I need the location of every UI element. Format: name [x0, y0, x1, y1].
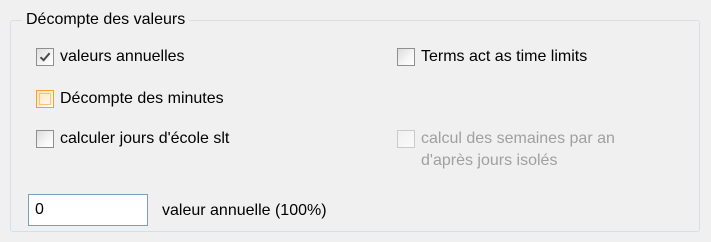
checkbox-label: Terms act as time limits — [421, 48, 588, 65]
checkbox-terms-time-limits[interactable]: Terms act as time limits — [397, 46, 587, 68]
checkbox-box[interactable] — [36, 48, 54, 66]
annual-value-label: valeur annuelle (100%) — [162, 202, 327, 219]
annual-value-input[interactable] — [28, 194, 148, 226]
checkbox-label: Décompte des minutes — [60, 90, 224, 107]
checkbox-box[interactable] — [36, 130, 54, 148]
checkbox-label: valeurs annuelles — [60, 48, 185, 65]
settings-panel: Décompte des valeurs valeurs annuelles D… — [0, 0, 711, 242]
checkbox-decompte-minutes[interactable]: Décompte des minutes — [36, 88, 224, 110]
checkbox-box[interactable] — [397, 130, 415, 148]
checkbox-label-line1: calcul des semaines par an — [421, 130, 615, 147]
checkbox-box[interactable] — [36, 90, 54, 108]
checkbox-calculer-jours-ecole[interactable]: calculer jours d'école slt — [36, 128, 229, 150]
checkbox-calcul-semaines[interactable]: calcul des semaines par an d'après jours… — [397, 130, 615, 176]
checkbox-valeurs-annuelles[interactable]: valeurs annuelles — [36, 46, 185, 68]
checkbox-label: calculer jours d'école slt — [60, 130, 230, 147]
checkbox-box[interactable] — [397, 48, 415, 66]
group-title: Décompte des valeurs — [22, 10, 190, 30]
checkmark-icon — [39, 52, 51, 62]
checkbox-label-line2: d'après jours isolés — [421, 152, 558, 169]
checkbox-label: calcul des semaines par an d'après jours… — [421, 128, 615, 172]
